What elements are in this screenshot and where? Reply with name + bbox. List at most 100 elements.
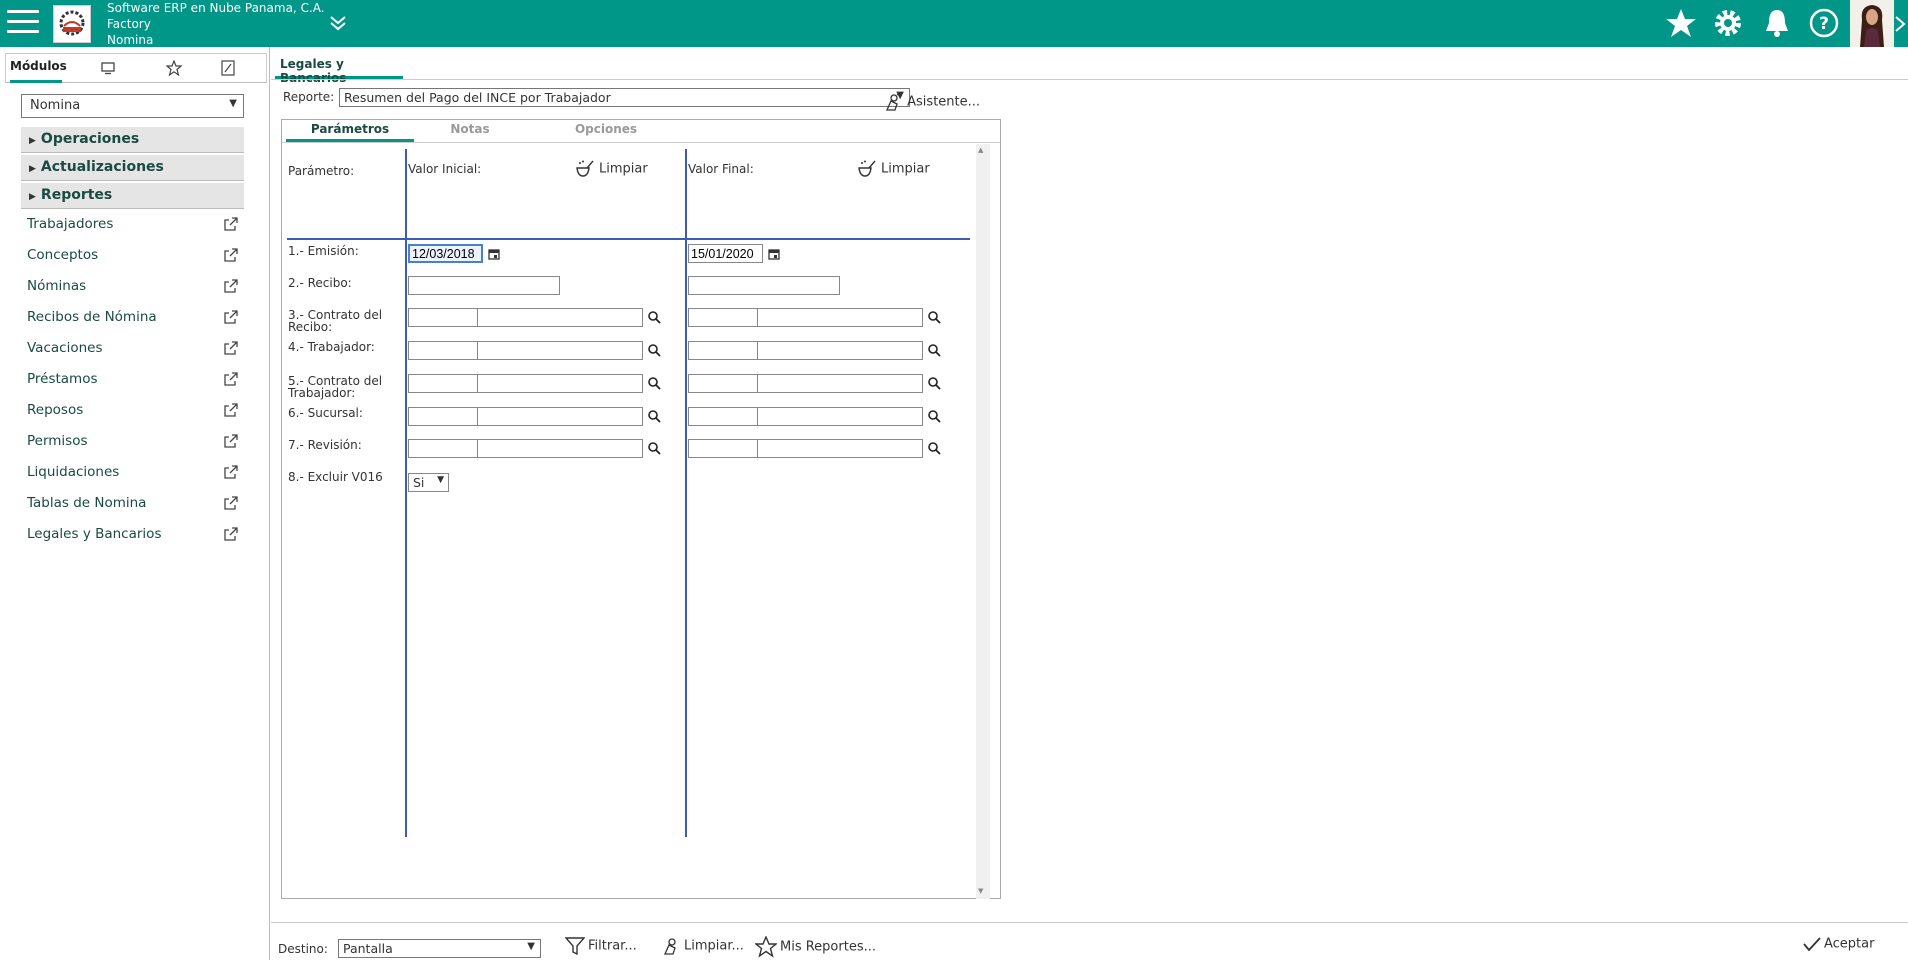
asistente-button[interactable]: Asistente...	[883, 92, 980, 112]
description-input[interactable]	[757, 439, 923, 458]
external-link-icon[interactable]	[224, 341, 238, 355]
description-input[interactable]	[477, 439, 643, 458]
external-link-icon[interactable]	[224, 403, 238, 417]
external-link-icon[interactable]	[224, 434, 238, 448]
gear-icon[interactable]	[1712, 7, 1744, 39]
mis-reportes-button[interactable]: Mis Reportes...	[754, 935, 876, 958]
tab-modulos[interactable]: Módulos	[10, 54, 67, 83]
excluir-select[interactable]: Si ▼	[408, 473, 449, 492]
section-actualizaciones[interactable]: ▶ Actualizaciones	[21, 155, 244, 181]
menu-icon[interactable]	[7, 10, 39, 36]
external-link-icon[interactable]	[224, 372, 238, 386]
description-input[interactable]	[757, 308, 923, 327]
external-link-icon[interactable]	[224, 496, 238, 510]
aceptar-button[interactable]: Aceptar	[1803, 936, 1874, 952]
sidebar-item-label: Reposos	[27, 402, 84, 418]
sidebar-item[interactable]: Liquidaciones	[27, 464, 240, 484]
emision-final-input[interactable]	[688, 244, 763, 263]
star-icon[interactable]	[166, 60, 182, 76]
description-input[interactable]	[757, 407, 923, 426]
destino-select[interactable]: Pantalla ▼	[338, 939, 541, 958]
search-icon[interactable]	[928, 410, 941, 423]
search-icon[interactable]	[648, 377, 661, 390]
tab-opciones[interactable]: Opciones	[542, 122, 670, 142]
external-link-icon[interactable]	[224, 527, 238, 541]
search-icon[interactable]	[648, 344, 661, 357]
user-avatar[interactable]	[1850, 0, 1894, 47]
header-divider	[287, 238, 970, 240]
star-icon[interactable]	[1665, 7, 1697, 39]
recibo-final-input[interactable]	[688, 276, 840, 295]
sidebar-item[interactable]: Recibos de Nómina	[27, 309, 240, 329]
report-select[interactable]: Resumen del Pago del INCE por Trabajador…	[339, 88, 910, 107]
main-content: Legales y Bancarios Reporte: Resumen del…	[271, 47, 1908, 960]
section-reportes[interactable]: ▶ Reportes	[21, 183, 244, 209]
monitor-icon[interactable]	[101, 61, 115, 75]
module-select-value: Nomina	[30, 98, 81, 113]
sidebar-item[interactable]: Permisos	[27, 433, 240, 453]
external-link-icon[interactable]	[224, 248, 238, 262]
calendar-icon[interactable]	[488, 248, 500, 260]
sidebar-item[interactable]: Tablas de Nomina	[27, 495, 240, 515]
destino-select-value: Pantalla	[343, 941, 393, 956]
search-icon[interactable]	[648, 442, 661, 455]
filter-icon	[564, 937, 586, 956]
sidebar-item-label: Conceptos	[27, 247, 99, 263]
param-label-contrato-recibo: 3.- Contrato del Recibo:	[288, 308, 383, 334]
sidebar-item[interactable]: Vacaciones	[27, 340, 240, 360]
external-link-icon[interactable]	[224, 310, 238, 324]
external-link-icon[interactable]	[224, 279, 238, 293]
search-icon[interactable]	[928, 311, 941, 324]
double-chevron-down-icon[interactable]	[327, 12, 349, 34]
limpiar-button[interactable]: Limpiar...	[661, 936, 744, 956]
sidebar-item[interactable]: Reposos	[27, 402, 240, 422]
edit-icon[interactable]	[221, 60, 235, 76]
sidebar-item[interactable]: Conceptos	[27, 247, 240, 267]
external-link-icon[interactable]	[224, 217, 238, 231]
description-input[interactable]	[757, 341, 923, 360]
sidebar-item[interactable]: Préstamos	[27, 371, 240, 391]
tab-legales-bancarios[interactable]: Legales y Bancarios	[275, 53, 403, 85]
broom-icon	[576, 160, 594, 177]
caret-right-icon: ▶	[29, 192, 36, 202]
sidebar-item-label: Trabajadores	[27, 216, 114, 232]
company-logo[interactable]	[53, 5, 91, 43]
scroll-down-icon[interactable]: ▼	[978, 887, 983, 895]
tab-parametros[interactable]: Parámetros	[286, 122, 414, 142]
chevron-right-icon[interactable]	[1894, 15, 1908, 33]
recibo-initial-input[interactable]	[408, 276, 560, 295]
bell-icon[interactable]	[1761, 7, 1793, 39]
description-input[interactable]	[477, 308, 643, 327]
description-input[interactable]	[477, 407, 643, 426]
help-icon[interactable]: ?	[1808, 7, 1840, 39]
scrollbar[interactable]: ▲ ▼	[976, 144, 990, 899]
emision-initial-input[interactable]	[408, 244, 483, 263]
description-input[interactable]	[477, 341, 643, 360]
mis-reportes-label: Mis Reportes...	[780, 939, 876, 955]
sidebar-item[interactable]: Nóminas	[27, 278, 240, 298]
search-icon[interactable]	[928, 344, 941, 357]
search-icon[interactable]	[928, 377, 941, 390]
param-header: Parámetro:	[288, 164, 355, 178]
sidebar-item-label: Tablas de Nomina	[27, 495, 147, 511]
module-select[interactable]: Nomina ▼	[21, 94, 244, 118]
description-input[interactable]	[477, 374, 643, 393]
tab-notas[interactable]: Notas	[406, 122, 534, 142]
description-input[interactable]	[757, 374, 923, 393]
calendar-icon[interactable]	[768, 248, 780, 260]
search-icon[interactable]	[648, 311, 661, 324]
clear-initial-label: Limpiar	[599, 161, 648, 177]
sidebar-item[interactable]: Trabajadores	[27, 216, 240, 236]
section-operaciones[interactable]: ▶ Operaciones	[21, 127, 244, 153]
search-icon[interactable]	[928, 442, 941, 455]
search-icon[interactable]	[648, 410, 661, 423]
filtrar-button[interactable]: Filtrar...	[564, 936, 637, 956]
company-site: Factory	[107, 17, 151, 31]
scroll-up-icon[interactable]: ▲	[978, 146, 983, 154]
clear-final-button[interactable]: Limpiar	[857, 160, 930, 178]
external-link-icon[interactable]	[224, 465, 238, 479]
clear-initial-button[interactable]: Limpiar	[575, 160, 648, 178]
company-name: Software ERP en Nube Panama, C.A.	[107, 1, 325, 15]
sidebar-item[interactable]: Legales y Bancarios	[27, 526, 240, 546]
destino-label: Destino:	[278, 942, 328, 956]
